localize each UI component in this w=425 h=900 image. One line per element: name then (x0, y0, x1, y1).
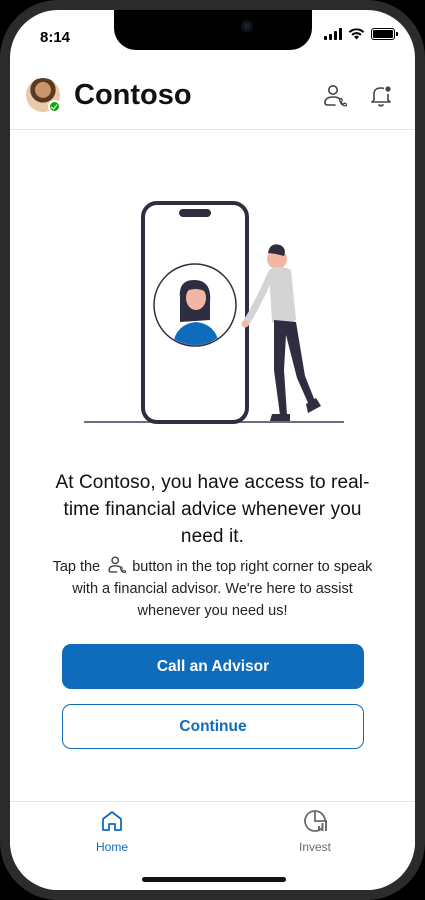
camera-icon (241, 20, 253, 32)
wifi-icon (348, 28, 365, 40)
call-advisor-button[interactable]: Call an Advisor (62, 644, 364, 689)
tab-invest-label: Invest (298, 840, 331, 854)
headline: At Contoso, you have access to real-time… (55, 472, 370, 547)
advisor-call-icon[interactable] (321, 83, 347, 109)
tab-home[interactable]: Home (67, 808, 157, 854)
notification-bell-icon[interactable] (368, 83, 394, 109)
tab-home-label: Home (95, 840, 128, 854)
advisor-illustration (84, 201, 344, 424)
app-header: Contoso (10, 70, 415, 130)
app-title: Contoso (74, 79, 192, 111)
battery-icon (371, 28, 398, 40)
body-text-start: Tap the (52, 559, 101, 575)
signal-icon (324, 28, 342, 40)
home-indicator[interactable] (142, 877, 286, 882)
phone-frame: 8:14 Contoso At Contoso, you have access… (0, 0, 425, 900)
notch (114, 10, 312, 50)
chart-icon (304, 810, 327, 832)
presence-available-icon (48, 100, 61, 113)
app-screen: 8:14 Contoso At Contoso, you have access… (10, 10, 415, 890)
status-time: 8:14 (40, 29, 71, 46)
body-text: Tap the button in the top right corner t… (46, 555, 379, 622)
advisor-call-icon (108, 556, 127, 574)
home-icon (102, 811, 122, 831)
continue-button[interactable]: Continue (62, 704, 364, 749)
tab-invest[interactable]: Invest (270, 808, 360, 854)
status-icons (324, 28, 398, 40)
